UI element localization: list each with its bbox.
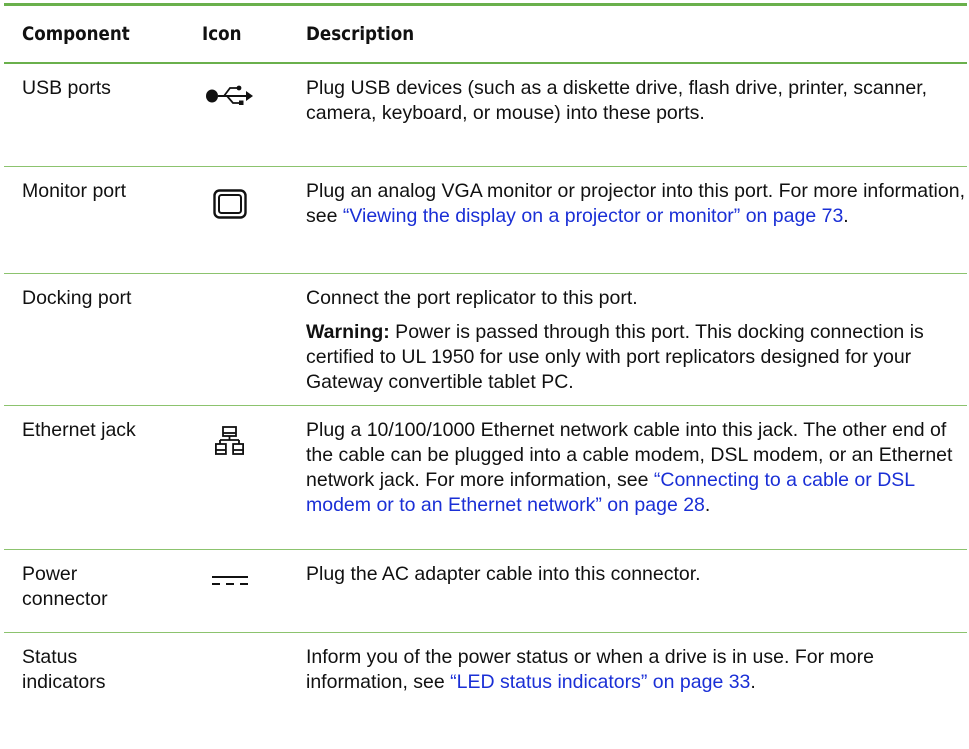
table-row: Monitor port Plug an analog VGA monitor … (4, 167, 967, 273)
component-name: Ethernet jack (22, 419, 136, 441)
table-header: Component Icon Description (4, 6, 967, 62)
network-icon (190, 426, 270, 456)
dc-power-icon (190, 574, 270, 586)
description-text: Plug the AC adapter cable into this conn… (306, 563, 701, 585)
header-component: Component (22, 23, 130, 45)
warning-label: Warning: (306, 321, 390, 343)
description-text: Plug USB devices (such as a diskette dri… (306, 77, 928, 124)
component-description: Connect the port replicator to this port… (306, 286, 966, 395)
description-text: Inform you of the power status or when a… (306, 645, 966, 695)
table-row: Docking port Connect the port replicator… (4, 274, 967, 405)
warning-text: Warning: Power is passed through this po… (306, 320, 966, 395)
description-text: Plug an analog VGA monitor or projector … (306, 179, 966, 229)
description-end: . (750, 671, 756, 693)
header-icon: Icon (202, 23, 242, 45)
component-description: Plug USB devices (such as a diskette dri… (306, 76, 966, 126)
component-table: Component Icon Description USB ports Plu… (4, 3, 967, 709)
component-name: USB ports (22, 77, 111, 99)
description-text: Plug a 10/100/1000 Ethernet network cabl… (306, 418, 966, 518)
component-name: Power connector (22, 563, 108, 610)
component-description: Inform you of the power status or when a… (306, 645, 966, 695)
header-description: Description (306, 23, 415, 45)
table-row: Status indicators Inform you of the powe… (4, 633, 967, 709)
description-end: . (704, 494, 711, 516)
component-description: Plug a 10/100/1000 Ethernet network cabl… (306, 418, 966, 518)
description-end: . (843, 205, 849, 227)
table-row: Power connector Plug the AC adapter cabl… (4, 550, 967, 632)
component-description: Plug an analog VGA monitor or projector … (306, 179, 966, 229)
monitor-icon (190, 189, 270, 219)
component-name: Monitor port (22, 180, 127, 202)
component-description: Plug the AC adapter cable into this conn… (306, 562, 966, 587)
cross-reference-link[interactable]: “LED status indicators” on page 33 (450, 671, 750, 693)
usb-icon (190, 84, 270, 106)
description-text: Connect the port replicator to this port… (306, 287, 638, 309)
warning-body: Power is passed through this port. This … (306, 321, 924, 393)
component-name: Docking port (22, 287, 132, 309)
component-name: Status indicators (22, 646, 106, 693)
table-row: Ethernet jack Plug a 10/100/1000 Etherne… (4, 406, 967, 549)
cross-reference-link[interactable]: “Viewing the display on a projector or m… (343, 205, 843, 227)
table-row: USB ports Plug USB devices (such as a di… (4, 64, 967, 166)
